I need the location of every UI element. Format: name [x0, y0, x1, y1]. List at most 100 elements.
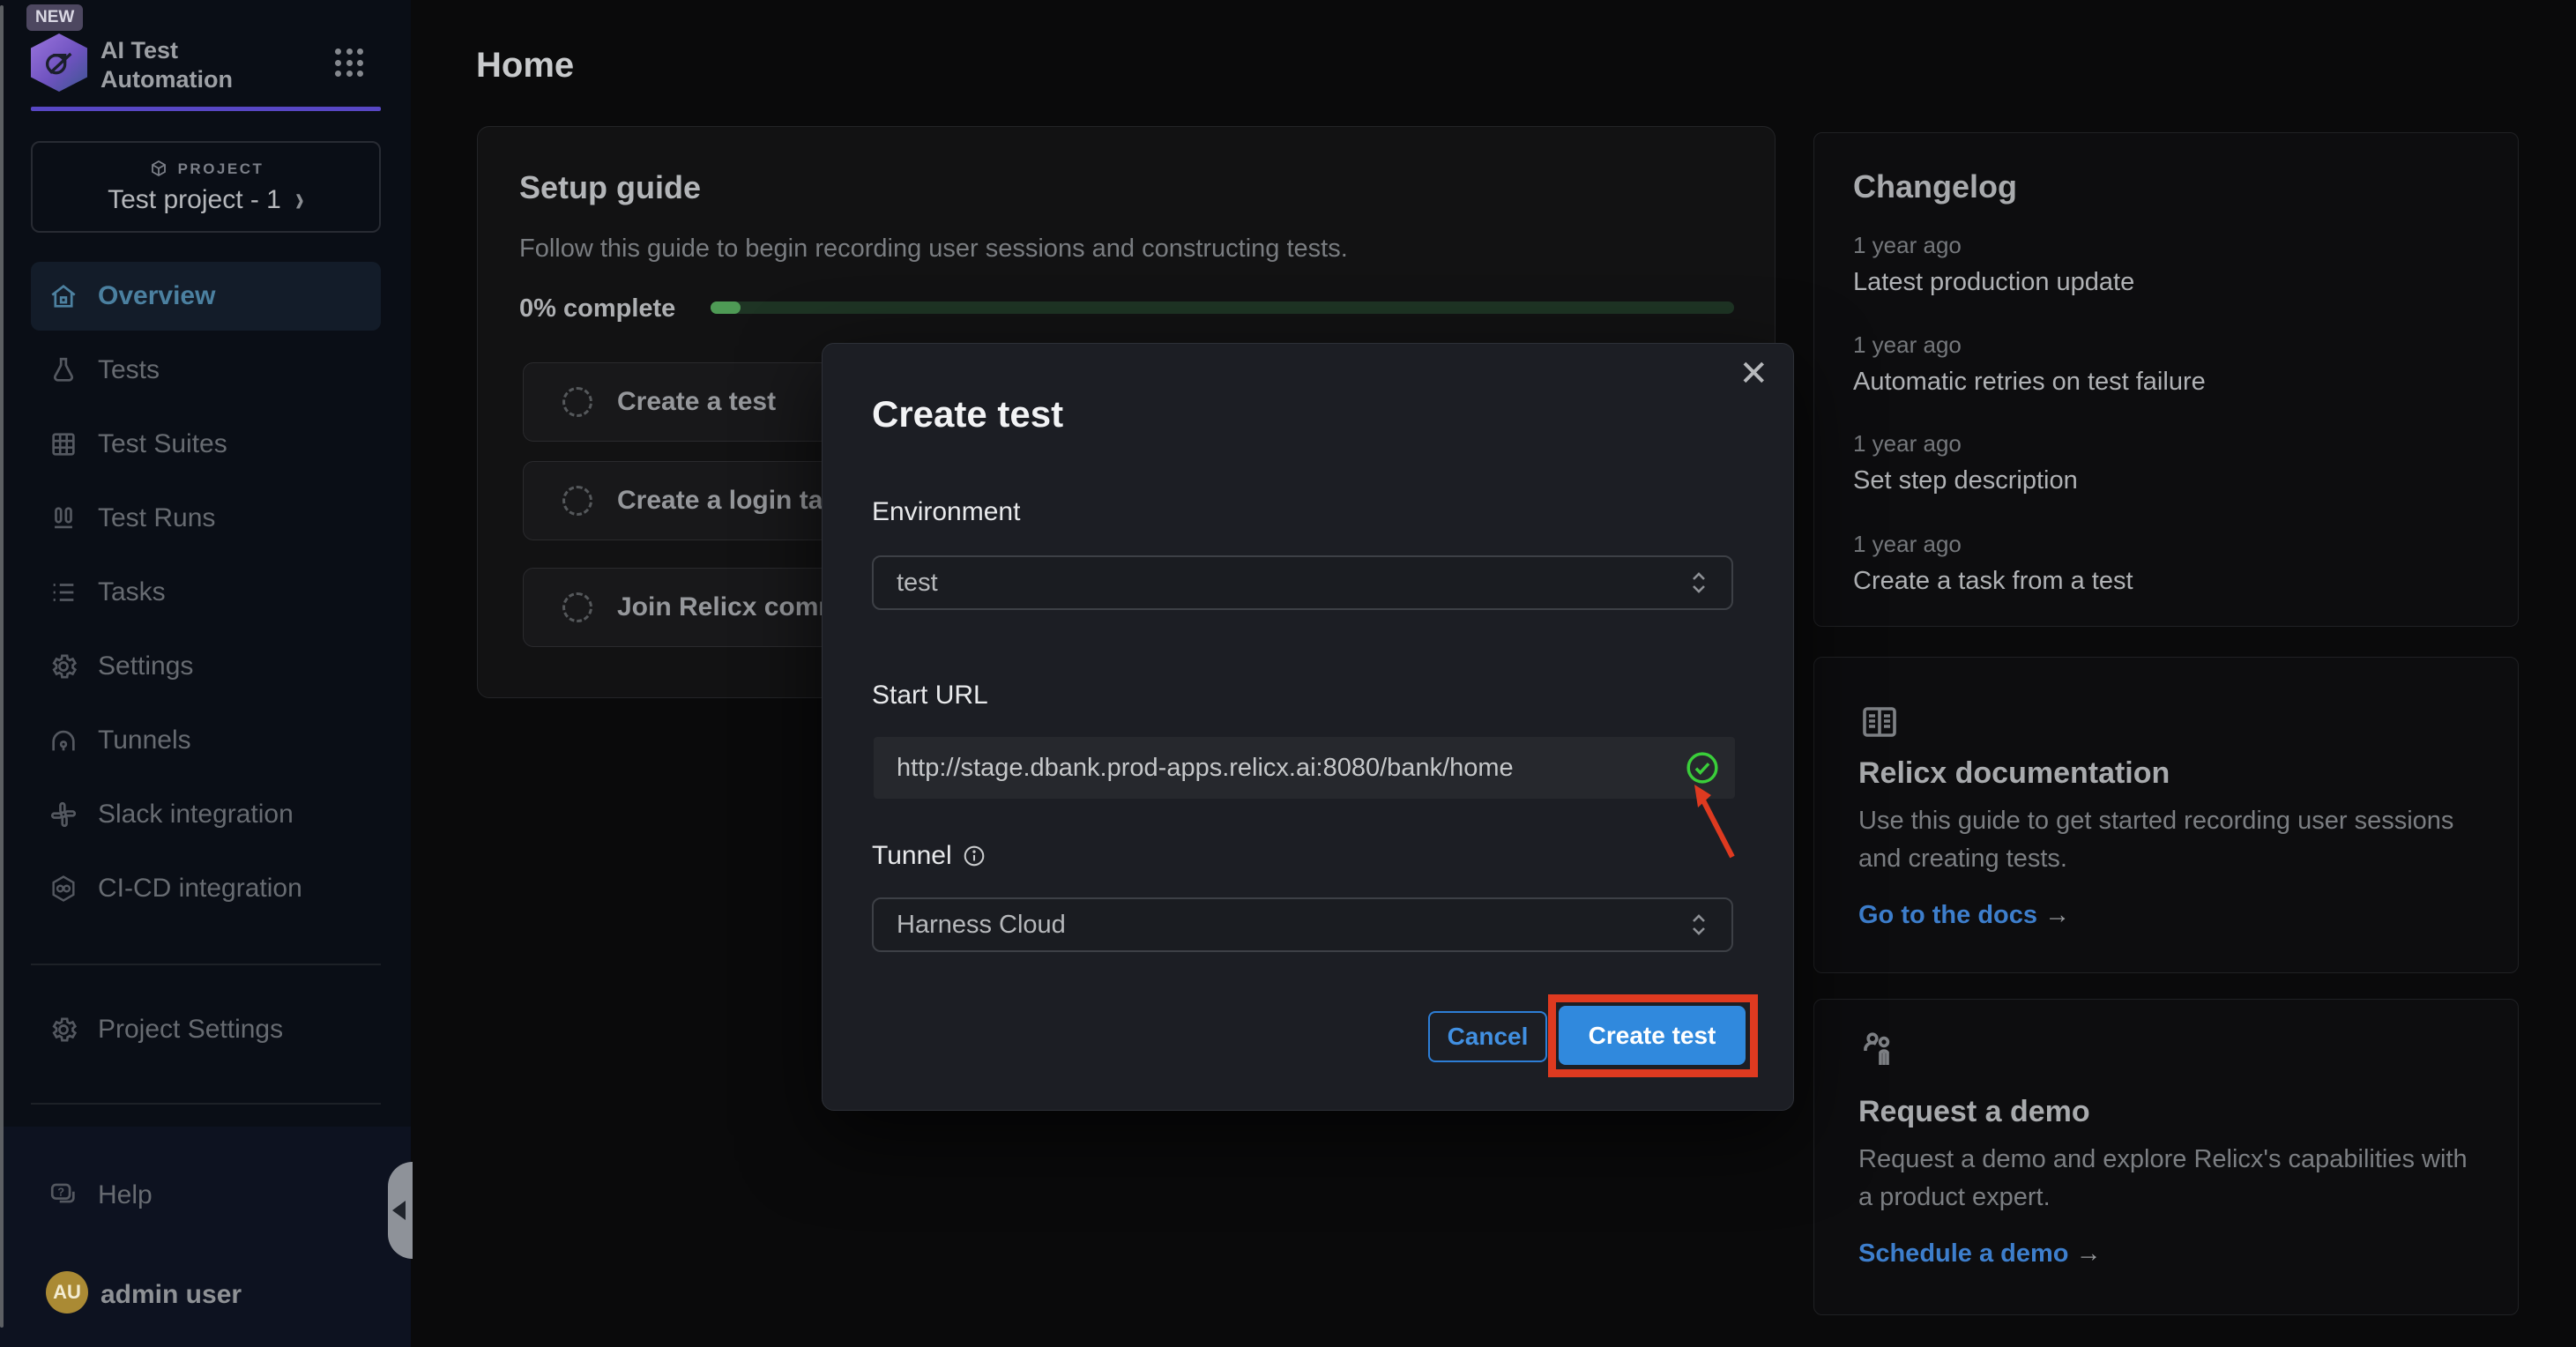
- gear-icon: [48, 1015, 78, 1045]
- changelog-text: Automatic retries on test failure: [1853, 368, 2206, 397]
- changelog-text: Set step description: [1853, 466, 2078, 495]
- demo-link[interactable]: Schedule a demo →: [1858, 1239, 2102, 1269]
- svg-text:?: ?: [57, 1186, 64, 1199]
- sidebar-item-cicd-integration[interactable]: CI-CD integration: [31, 854, 381, 923]
- sidebar-item-label: Settings: [98, 651, 193, 681]
- app-logo: [31, 33, 87, 92]
- arrow-right-icon: →: [2076, 1239, 2102, 1268]
- sidebar-bottom-panel: [0, 1127, 411, 1347]
- check-circle-icon: [1686, 751, 1719, 785]
- environment-label: Environment: [872, 497, 1020, 527]
- close-icon[interactable]: ✕: [1738, 356, 1768, 391]
- sidebar-item-label: Tests: [98, 355, 160, 385]
- modal-title: Create test: [872, 393, 1063, 435]
- demo-card: Request a demo Request a demo and explor…: [1813, 999, 2519, 1315]
- start-url-input[interactable]: [874, 737, 1735, 799]
- changelog-title: Changelog: [1853, 168, 2017, 205]
- checklist-item-label: Create a login task: [617, 486, 852, 516]
- avatar: AU: [46, 1271, 88, 1314]
- create-test-button[interactable]: Create test: [1559, 1006, 1746, 1065]
- slack-icon: [48, 800, 78, 830]
- demo-link-label: Schedule a demo: [1858, 1239, 2069, 1268]
- sidebar-item-tasks[interactable]: Tasks: [31, 558, 381, 627]
- docs-link-label: Go to the docs: [1858, 901, 2037, 929]
- progress-fill: [711, 301, 741, 314]
- incomplete-step-icon: [562, 592, 592, 622]
- help-chat-icon: ?: [48, 1180, 78, 1210]
- arrow-right-icon: →: [2044, 901, 2070, 929]
- progress-bar: [711, 301, 1734, 314]
- changelog-entry: 1 year ago Latest production update: [1853, 232, 2134, 297]
- tunnel-select[interactable]: Harness Cloud: [872, 897, 1733, 952]
- changelog-card: Changelog 1 year ago Latest production u…: [1813, 132, 2519, 627]
- project-selector[interactable]: PROJECT Test project - 1 ›: [31, 141, 381, 233]
- grid-icon: [48, 429, 78, 459]
- tunnel-label: Tunnel: [872, 841, 986, 871]
- sidebar: NEW AI Test Automation PROJECT Test proj…: [0, 0, 411, 1347]
- user-menu[interactable]: admin user: [101, 1280, 242, 1310]
- list-icon: [48, 577, 78, 607]
- project-name: Test project - 1: [108, 185, 281, 215]
- changelog-text: Latest production update: [1853, 268, 2134, 297]
- sidebar-item-settings[interactable]: Settings: [31, 632, 381, 701]
- project-label: PROJECT: [178, 160, 264, 178]
- chevron-updown-icon: [1689, 569, 1709, 596]
- sidebar-item-tests[interactable]: Tests: [31, 336, 381, 405]
- progress-label: 0% complete: [519, 294, 675, 324]
- sidebar-item-test-runs[interactable]: Test Runs: [31, 484, 381, 553]
- tunnel-value: Harness Cloud: [897, 911, 1066, 940]
- sidebar-item-overview[interactable]: Overview: [31, 262, 381, 331]
- sidebar-item-label: Overview: [98, 281, 215, 311]
- sidebar-item-label: Help: [98, 1180, 153, 1210]
- changelog-time: 1 year ago: [1853, 232, 2134, 259]
- changelog-time: 1 year ago: [1853, 430, 2078, 458]
- page-title: Home: [476, 46, 574, 86]
- changelog-entry: 1 year ago Create a task from a test: [1853, 531, 2133, 596]
- app-window: NEW AI Test Automation PROJECT Test proj…: [0, 0, 2576, 1347]
- chevron-right-icon: ›: [295, 179, 304, 221]
- cicd-icon: [48, 874, 78, 904]
- sidebar-item-label: Tasks: [98, 577, 166, 607]
- sidebar-item-help[interactable]: ? Help: [31, 1161, 381, 1230]
- docs-card: Relicx documentation Use this guide to g…: [1813, 657, 2519, 973]
- docs-link[interactable]: Go to the docs →: [1858, 901, 2070, 930]
- sidebar-item-test-suites[interactable]: Test Suites: [31, 410, 381, 479]
- sidebar-collapse-handle[interactable]: [388, 1162, 413, 1259]
- sidebar-item-slack-integration[interactable]: Slack integration: [31, 780, 381, 849]
- changelog-time: 1 year ago: [1853, 531, 2133, 558]
- docs-title: Relicx documentation: [1858, 756, 2170, 791]
- sidebar-item-label: Slack integration: [98, 800, 294, 830]
- book-icon: [1858, 702, 1901, 744]
- create-test-modal: ✕ Create test Environment test Start URL…: [822, 343, 1794, 1111]
- changelog-entry: 1 year ago Set step description: [1853, 430, 2078, 495]
- gear-icon: [48, 651, 78, 681]
- changelog-text: Create a task from a test: [1853, 567, 2133, 596]
- logo-glyph-icon: [41, 45, 77, 80]
- flask-icon: [48, 355, 78, 385]
- setup-guide-description: Follow this guide to begin recording use…: [519, 234, 1348, 264]
- columns-icon: [48, 503, 78, 533]
- cube-icon: [148, 159, 169, 180]
- window-edge: [0, 5, 4, 1328]
- start-url-field: [874, 737, 1735, 799]
- sidebar-item-label: Test Runs: [98, 503, 215, 533]
- cancel-button[interactable]: Cancel: [1428, 1011, 1547, 1062]
- chevron-left-icon: [392, 1201, 406, 1220]
- sidebar-item-label: Test Suites: [98, 429, 227, 459]
- changelog-time: 1 year ago: [1853, 331, 2206, 359]
- sidebar-item-label: CI-CD integration: [98, 874, 302, 904]
- sidebar-item-label: Project Settings: [98, 1015, 283, 1045]
- sidebar-item-tunnels[interactable]: Tunnels: [31, 706, 381, 775]
- incomplete-step-icon: [562, 387, 592, 417]
- sidebar-item-project-settings[interactable]: Project Settings: [31, 995, 381, 1064]
- tunnel-icon: [48, 726, 78, 755]
- info-icon: [963, 845, 986, 867]
- environment-select[interactable]: test: [872, 555, 1733, 610]
- changelog-entry: 1 year ago Automatic retries on test fai…: [1853, 331, 2206, 397]
- demo-body: Request a demo and explore Relicx's capa…: [1858, 1141, 2475, 1217]
- checklist-item-label: Create a test: [617, 387, 776, 417]
- app-switcher-icon[interactable]: [335, 48, 365, 78]
- brand-underline: [31, 107, 381, 111]
- chevron-updown-icon: [1689, 912, 1709, 938]
- incomplete-step-icon: [562, 486, 592, 516]
